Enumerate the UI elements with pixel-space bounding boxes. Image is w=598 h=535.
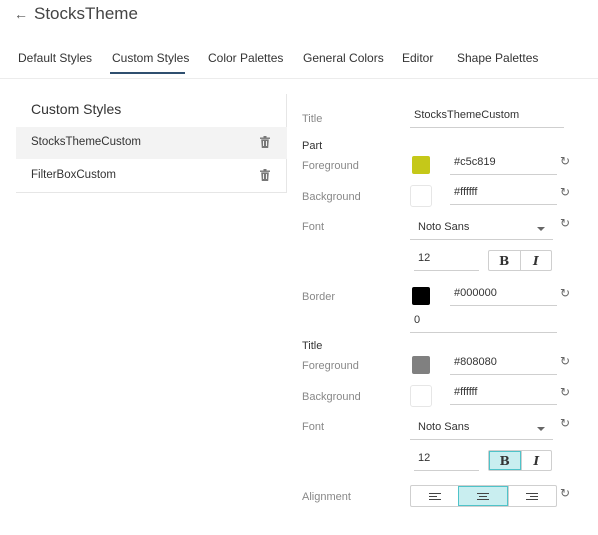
chevron-down-icon — [537, 427, 545, 431]
title-section-heading: Title — [302, 340, 323, 352]
part-font-label: Font — [302, 221, 325, 233]
part-border-label: Border — [302, 291, 336, 303]
italic-button[interactable]: I — [520, 451, 552, 470]
tab-custom-styles[interactable]: Custom Styles — [112, 51, 189, 65]
title-foreground-input[interactable]: #808080 — [450, 356, 557, 375]
reset-icon[interactable]: ↻ — [560, 486, 570, 500]
title-background-label: Background — [302, 391, 361, 403]
tab-general-colors[interactable]: General Colors — [303, 51, 384, 65]
title-font-family: Noto Sans — [418, 421, 470, 433]
title-input[interactable]: StocksThemeCustom — [410, 109, 564, 128]
reset-icon[interactable]: ↻ — [560, 216, 570, 230]
list-item-filterboxcustom[interactable]: FilterBoxCustom — [16, 160, 287, 192]
part-border-value: #000000 — [454, 287, 497, 299]
tabs-divider — [0, 78, 598, 79]
align-center-icon — [476, 491, 489, 502]
trash-icon[interactable] — [260, 169, 270, 181]
page-title: StocksTheme — [34, 4, 138, 23]
alignment-label: Alignment — [302, 491, 351, 503]
title-font-dropdown[interactable]: Noto Sans — [410, 421, 553, 440]
part-font-size-input[interactable]: 12 — [414, 252, 479, 271]
tab-shape-palettes[interactable]: Shape Palettes — [457, 51, 538, 65]
part-border-input[interactable]: #000000 — [450, 287, 557, 306]
italic-button[interactable]: I — [519, 251, 552, 270]
title-background-input[interactable]: #ffffff — [450, 386, 557, 405]
chevron-down-icon — [537, 227, 545, 231]
active-tab-indicator — [110, 72, 185, 74]
part-foreground-value: #c5c819 — [454, 156, 496, 168]
bold-button[interactable]: B — [489, 451, 521, 470]
list-item-label: StocksThemeCustom — [31, 136, 141, 148]
list-item-label: FilterBoxCustom — [31, 169, 116, 181]
align-right-icon — [526, 491, 539, 502]
part-background-swatch[interactable] — [410, 185, 432, 207]
title-foreground-swatch[interactable] — [412, 356, 430, 374]
part-font-style-group: B I — [488, 250, 552, 271]
title-label: Title — [302, 113, 323, 125]
title-font-size-input[interactable]: 12 — [414, 452, 479, 471]
part-border-width-input[interactable]: 0 — [410, 314, 557, 333]
align-left-button[interactable] — [411, 486, 458, 506]
title-font-style-group: B I — [488, 450, 552, 471]
align-left-icon — [428, 491, 441, 502]
reset-icon[interactable]: ↻ — [560, 185, 570, 199]
reset-icon[interactable]: ↻ — [560, 385, 570, 399]
list-item-stocksthemecustom[interactable]: StocksThemeCustom — [16, 127, 287, 159]
part-foreground-input[interactable]: #c5c819 — [450, 156, 557, 175]
part-section-heading: Part — [302, 140, 323, 152]
title-font-size: 12 — [418, 452, 431, 464]
part-foreground-label: Foreground — [302, 160, 359, 172]
reset-icon[interactable]: ↻ — [560, 416, 570, 430]
reset-icon[interactable]: ↻ — [560, 154, 570, 168]
tab-color-palettes[interactable]: Color Palettes — [208, 51, 283, 65]
part-font-family: Noto Sans — [418, 221, 470, 233]
custom-styles-heading: Custom Styles — [31, 101, 122, 117]
part-border-width: 0 — [414, 314, 421, 326]
bold-button[interactable]: B — [489, 251, 520, 270]
part-font-dropdown[interactable]: Noto Sans — [410, 221, 553, 240]
title-background-value: #ffffff — [454, 386, 478, 398]
part-background-input[interactable]: #ffffff — [450, 186, 557, 205]
tab-editor[interactable]: Editor — [402, 51, 433, 65]
reset-icon[interactable]: ↻ — [560, 286, 570, 300]
part-border-swatch[interactable] — [412, 287, 430, 305]
tab-default-styles[interactable]: Default Styles — [18, 51, 92, 65]
title-background-swatch[interactable] — [410, 385, 432, 407]
alignment-group — [410, 485, 557, 507]
part-foreground-swatch[interactable] — [412, 156, 430, 174]
part-background-label: Background — [302, 191, 361, 203]
title-input-value: StocksThemeCustom — [414, 109, 520, 121]
title-foreground-value: #808080 — [454, 356, 497, 368]
back-arrow-icon[interactable]: ← — [14, 6, 28, 22]
reset-icon[interactable]: ↻ — [560, 354, 570, 368]
part-background-value: #ffffff — [454, 186, 478, 198]
part-font-size: 12 — [418, 252, 431, 264]
title-foreground-label: Foreground — [302, 360, 359, 372]
align-right-button[interactable] — [507, 486, 556, 506]
trash-icon[interactable] — [260, 136, 270, 148]
title-font-label: Font — [302, 421, 325, 433]
align-center-button[interactable] — [458, 486, 508, 506]
